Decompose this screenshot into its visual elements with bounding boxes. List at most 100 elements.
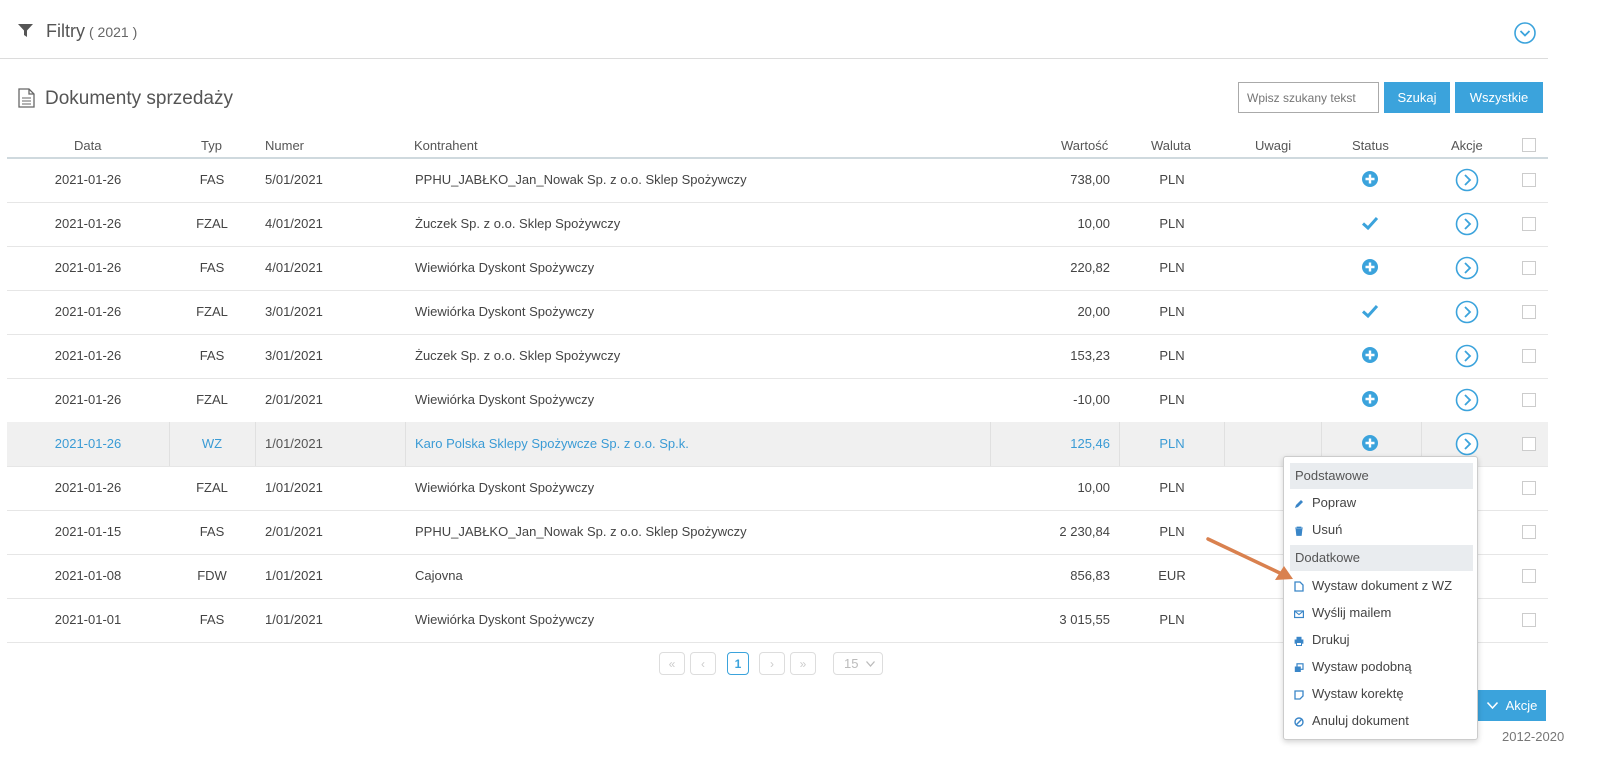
filters-bar[interactable]: Filtry( 2021 ): [0, 0, 1548, 59]
row-checkbox[interactable]: [1522, 569, 1536, 583]
cell-type: FAS: [199, 348, 225, 363]
cell-date: 2021-01-26: [54, 348, 122, 363]
chevron-down-icon: [866, 660, 876, 667]
cell-date: 2021-01-26: [54, 480, 122, 495]
menu-item-print[interactable]: Drukuj: [1294, 630, 1350, 650]
chevron-right-circle-icon[interactable]: [1455, 432, 1479, 456]
table-row[interactable]: 2021-01-26 FAS 4/01/2021 Wiewiórka Dyskont …: [7, 246, 1548, 291]
col-actions[interactable]: Akcje: [1451, 138, 1483, 153]
col-date[interactable]: Data: [74, 138, 101, 153]
col-status[interactable]: Status: [1352, 138, 1389, 153]
first-page-icon[interactable]: «: [659, 652, 685, 675]
row-checkbox[interactable]: [1522, 261, 1536, 275]
filters-title: Filtry( 2021 ): [46, 21, 138, 41]
printer-icon: [1294, 636, 1304, 646]
column-separator: [255, 422, 256, 466]
plus-circle-icon: [1361, 170, 1381, 190]
cell-currency: PLN: [1159, 612, 1185, 627]
menu-item-issue-correction[interactable]: Wystaw korektę: [1294, 684, 1404, 704]
cell-date: 2021-01-26: [54, 392, 122, 407]
filters-year: ( 2021 ): [89, 24, 138, 40]
menu-item-issue-from-wz[interactable]: Wystaw dokument z WZ: [1294, 576, 1452, 596]
col-type[interactable]: Typ: [201, 138, 222, 153]
prev-page-icon[interactable]: ‹: [690, 652, 716, 675]
table-row[interactable]: 2021-01-26 FAS 3/01/2021 Żuczek Sp. z o.o. …: [7, 334, 1548, 379]
cell-date: 2021-01-15: [54, 524, 122, 539]
chevron-right-circle-icon[interactable]: [1455, 344, 1479, 368]
chevron-right-circle-icon[interactable]: [1455, 212, 1479, 236]
ban-icon: [1294, 716, 1304, 727]
column-separator: [990, 422, 991, 466]
cell-date: 2021-01-26: [54, 304, 122, 319]
row-checkbox[interactable]: [1522, 613, 1536, 627]
cell-number: 1/01/2021: [265, 568, 323, 583]
table-row[interactable]: 2021-01-26 FAS 5/01/2021 PPHU_JABŁKO_Jan_No…: [7, 158, 1548, 203]
menu-item-send-mail[interactable]: Wyślij mailem: [1294, 603, 1391, 623]
cell-value: 10,00: [1077, 216, 1110, 231]
search-input[interactable]: [1238, 82, 1379, 113]
page-title: Dokumenty sprzedaży: [45, 88, 233, 109]
cell-value: 125,46: [1070, 436, 1110, 451]
cell-number: 2/01/2021: [265, 392, 323, 407]
col-currency[interactable]: Waluta: [1151, 138, 1191, 153]
cell-number: 1/01/2021: [265, 436, 323, 451]
menu-item-delete[interactable]: Usuń: [1294, 520, 1342, 540]
chevron-right-circle-icon[interactable]: [1455, 256, 1479, 280]
select-all-checkbox[interactable]: [1522, 138, 1536, 152]
show-all-button[interactable]: Wszystkie: [1455, 82, 1543, 113]
cell-date: 2021-01-01: [54, 612, 122, 627]
row-checkbox[interactable]: [1522, 173, 1536, 187]
envelope-icon: [1294, 609, 1305, 618]
col-value[interactable]: Wartość: [1061, 138, 1108, 153]
chevron-right-circle-icon[interactable]: [1455, 388, 1479, 412]
table-row[interactable]: 2021-01-26 FZAL 2/01/2021 Wiewiórka Dyskont…: [7, 378, 1548, 423]
col-notes[interactable]: Uwagi: [1255, 138, 1291, 153]
cell-type: FAS: [199, 172, 225, 187]
menu-item-issue-similar[interactable]: Wystaw podobną: [1294, 657, 1412, 677]
cell-value: 10,00: [1077, 480, 1110, 495]
cell-value: 220,82: [1070, 260, 1110, 275]
chevron-right-circle-icon[interactable]: [1455, 300, 1479, 324]
col-number[interactable]: Numer: [265, 138, 304, 153]
chevron-right-circle-icon[interactable]: [1455, 168, 1479, 192]
row-checkbox[interactable]: [1522, 349, 1536, 363]
last-page-icon[interactable]: »: [790, 652, 816, 675]
page-size-select[interactable]: 15: [833, 652, 883, 675]
cell-type: FAS: [199, 612, 225, 627]
cell-contractor: Wiewiórka Dyskont Spożywczy: [415, 260, 595, 275]
cell-currency: PLN: [1159, 260, 1185, 275]
cell-contractor: Wiewiórka Dyskont Spożywczy: [415, 480, 595, 495]
table-row[interactable]: 2021-01-26 FZAL 3/01/2021 Wiewiórka Dyskont…: [7, 290, 1548, 335]
table-row[interactable]: 2021-01-26 FZAL 4/01/2021 Żuczek Sp. z o.o.…: [7, 202, 1548, 247]
row-checkbox[interactable]: [1522, 217, 1536, 231]
row-checkbox[interactable]: [1522, 481, 1536, 495]
cell-type: FZAL: [196, 480, 228, 495]
actions-button[interactable]: Akcje: [1478, 690, 1546, 721]
chevron-down-circle-icon[interactable]: [1514, 22, 1536, 44]
menu-item-cancel-document[interactable]: Anuluj dokument: [1294, 711, 1409, 731]
column-separator: [169, 422, 170, 466]
check-icon: [1361, 214, 1381, 234]
row-checkbox[interactable]: [1522, 437, 1536, 451]
cell-currency: PLN: [1159, 392, 1185, 407]
filter-icon: [18, 24, 33, 41]
next-page-icon[interactable]: ›: [759, 652, 785, 675]
document-icon: [18, 88, 35, 111]
cell-value: 2 230,84: [1059, 524, 1110, 539]
page-size-value: 15: [844, 656, 859, 671]
search-button[interactable]: Szukaj: [1384, 82, 1450, 113]
cell-contractor: Wiewiórka Dyskont Spożywczy: [415, 304, 595, 319]
actions-context-menu: Podstawowe Popraw Usuń Dodatkowe Wystaw …: [1283, 456, 1478, 740]
row-checkbox[interactable]: [1522, 305, 1536, 319]
note-icon: [1294, 689, 1304, 700]
cell-number: 5/01/2021: [265, 172, 323, 187]
cell-date: 2021-01-26: [54, 172, 122, 187]
col-contractor[interactable]: Kontrahent: [414, 138, 478, 153]
page-current[interactable]: 1: [727, 652, 749, 675]
chevron-down-icon: [1486, 702, 1498, 709]
cell-number: 3/01/2021: [265, 304, 323, 319]
menu-item-edit[interactable]: Popraw: [1294, 493, 1356, 513]
row-checkbox[interactable]: [1522, 393, 1536, 407]
row-checkbox[interactable]: [1522, 525, 1536, 539]
cell-contractor: Wiewiórka Dyskont Spożywczy: [415, 392, 595, 407]
